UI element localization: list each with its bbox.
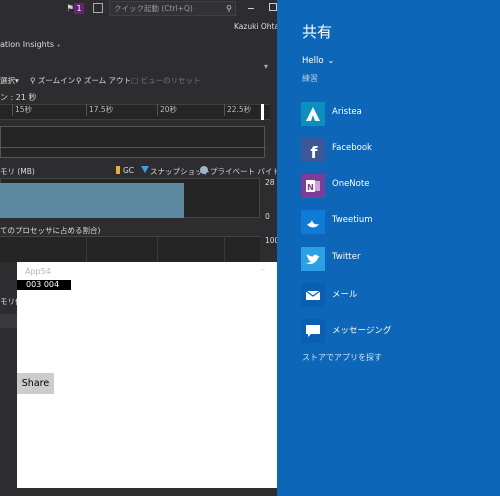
share-target-label: Aristea	[332, 107, 362, 117]
facebook-icon: f	[301, 138, 325, 162]
mail-icon	[301, 283, 325, 307]
gc-legend-label: GC	[123, 166, 135, 175]
share-target-twitter[interactable]: Twitter	[301, 247, 491, 271]
share-target-messaging[interactable]: メッセージング	[301, 319, 491, 343]
share-target-label: Tweetium	[332, 215, 373, 225]
tick-label: 17.5秒	[89, 105, 114, 114]
memory-area-series	[0, 183, 184, 218]
counter-display: 003 004	[17, 280, 71, 290]
zoom-in-icon: ⚲	[30, 76, 36, 85]
document-tab-title[interactable]: ation Insights ₊	[0, 40, 61, 49]
memory-chart-title: モリ (MB)	[0, 167, 35, 176]
quick-launch-input[interactable]: クイック起動 (Ctrl+Q) ⚲	[109, 1, 236, 16]
share-target-onenote[interactable]: N OneNote	[301, 174, 491, 198]
app-window: App54 – 003 004 Share	[17, 262, 277, 488]
memory-axis-min: 0	[265, 212, 270, 221]
share-target-mail[interactable]: メール	[301, 283, 491, 307]
select-dropdown[interactable]: 選択▾	[0, 75, 19, 86]
share-charm-title: 共有	[302, 23, 333, 41]
zoom-in-label: ズームイン	[37, 76, 76, 85]
zoom-out-label: ズーム アウト	[83, 76, 132, 85]
messaging-icon	[301, 319, 325, 343]
user-name[interactable]: Kazuki Ohta	[234, 22, 279, 31]
pin-icon[interactable]: ₊	[57, 40, 61, 49]
memory-axis-max: 28	[265, 178, 275, 187]
tick-line	[86, 104, 87, 116]
tick-line	[157, 104, 158, 116]
selected-row[interactable]	[0, 314, 18, 328]
tab-title-text: ation Insights	[0, 40, 55, 49]
onenote-icon: N	[301, 174, 325, 198]
share-target-label: メール	[332, 290, 358, 300]
chevron-down-icon: ⌄	[327, 56, 335, 65]
reset-view-icon: □	[131, 76, 139, 85]
share-target-aristea[interactable]: Aristea	[301, 102, 491, 126]
tick-label: 15秒	[15, 105, 33, 114]
zoom-out-icon: ⚲	[76, 76, 82, 85]
ui-thread-panel	[0, 126, 266, 158]
cpu-chart-title: てのプロセッサに占める割合)	[0, 226, 101, 235]
tweetium-icon	[301, 210, 325, 234]
feedback-flag-icon[interactable]: ⚑	[66, 4, 74, 14]
search-icon[interactable]: ⚲	[226, 2, 232, 15]
app-title: App54	[25, 267, 51, 276]
cpu-chart[interactable]	[0, 236, 260, 262]
twitter-icon	[301, 247, 325, 271]
tick-label: 20秒	[160, 105, 178, 114]
maximize-button[interactable]	[269, 3, 277, 11]
svg-text:N: N	[307, 183, 314, 192]
share-button[interactable]: Share	[17, 373, 54, 394]
aristea-icon	[301, 102, 325, 126]
share-charm-pane: 共有 Hello ⌄ 練習 Aristea f Facebook N OneNot…	[277, 0, 500, 496]
snapshot-legend-icon	[141, 166, 149, 173]
share-target-label: OneNote	[332, 179, 370, 189]
minimize-button[interactable]	[248, 8, 254, 9]
notification-badge[interactable]: 1	[74, 3, 84, 14]
tick-line	[12, 104, 13, 116]
timeline-cursor[interactable]	[261, 104, 264, 120]
reset-view-button[interactable]: □ ビューのリセット	[131, 75, 200, 86]
share-target-label: メッセージング	[332, 326, 392, 336]
share-source-label: Hello	[302, 56, 324, 66]
quick-launch-placeholder: クイック起動 (Ctrl+Q)	[114, 4, 193, 13]
tick-line	[224, 104, 225, 116]
private-bytes-legend-label: プライベート バイト	[210, 167, 280, 176]
share-target-label: Twitter	[332, 252, 361, 262]
screen: ⚑ 1 クイック起動 (Ctrl+Q) ⚲ Kazuki Ohta ation …	[0, 0, 500, 496]
private-bytes-legend-icon	[200, 166, 208, 174]
store-link[interactable]: ストアでアプリを探す	[302, 352, 382, 363]
share-source-dropdown[interactable]: Hello ⌄	[302, 56, 334, 66]
share-target-label: Facebook	[332, 143, 372, 153]
svg-text:f: f	[311, 143, 319, 162]
feedback-icon[interactable]	[93, 3, 103, 13]
zoom-in-button[interactable]: ⚲ ズームイン	[30, 75, 75, 86]
tick-label: 22.5秒	[227, 105, 252, 114]
app-minimize-button[interactable]: –	[261, 265, 265, 274]
session-duration: ン : 21 秒	[0, 93, 37, 102]
share-target-tweetium[interactable]: Tweetium	[301, 210, 491, 234]
gc-legend-icon	[116, 166, 120, 174]
zoom-out-button[interactable]: ⚲ ズーム アウト	[76, 75, 131, 86]
share-description: 練習	[302, 74, 318, 83]
reset-view-label: ビューのリセット	[140, 76, 201, 85]
share-target-facebook[interactable]: f Facebook	[301, 138, 491, 162]
